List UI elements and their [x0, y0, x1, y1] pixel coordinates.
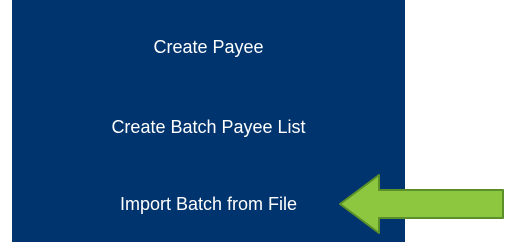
arrow-left-icon [339, 174, 504, 234]
create-batch-payee-list-menu-item[interactable]: Create Batch Payee List [12, 107, 405, 147]
create-payee-menu-item[interactable]: Create Payee [12, 27, 405, 67]
arrow-shape [339, 174, 504, 234]
